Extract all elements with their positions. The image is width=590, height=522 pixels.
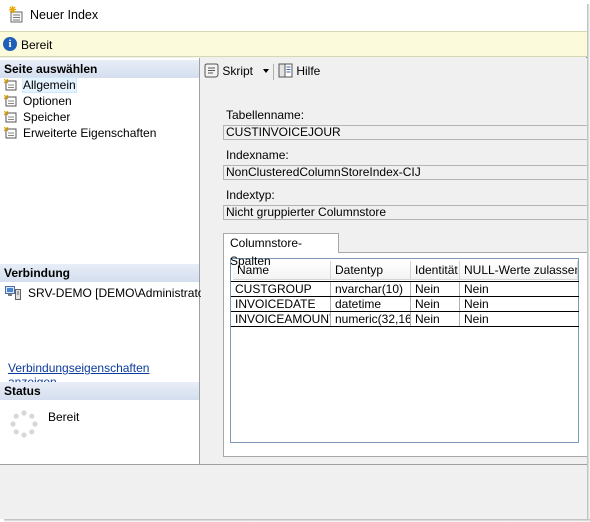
status-header: Status xyxy=(0,382,199,400)
page-icon xyxy=(4,127,17,139)
table-row[interactable]: INVOICEDATE datetime Nein Nein xyxy=(231,296,579,312)
cell-datatype: datetime xyxy=(331,297,411,311)
cell-name: CUSTGROUP xyxy=(231,282,331,296)
column-header-allow-nulls[interactable]: NULL-Werte zulassen xyxy=(460,261,578,280)
cell-identity: Nein xyxy=(411,282,460,296)
dialog-window: Neuer Index i Bereit Seite auswählen All… xyxy=(0,0,587,519)
toolbar: Skript Hilfe xyxy=(201,58,587,84)
cell-datatype: numeric(32,16) xyxy=(331,312,411,326)
index-type-label: Indextyp: xyxy=(226,188,275,202)
script-icon xyxy=(204,63,219,78)
server-connection-icon xyxy=(5,286,21,300)
column-header-identity[interactable]: Identität xyxy=(411,261,460,280)
connection-header: Verbindung xyxy=(0,264,199,282)
script-button[interactable]: Skript xyxy=(204,63,270,81)
column-header-datatype[interactable]: Datentyp xyxy=(331,261,411,280)
cell-datatype: nvarchar(10) xyxy=(331,282,411,296)
table-name-label: Tabellenname: xyxy=(226,108,305,122)
columns-grid[interactable]: Name Datentyp Identität NULL-Werte zulas… xyxy=(230,258,579,443)
left-pane: Seite auswählen Allgemein Optionen Speic… xyxy=(0,58,212,464)
cell-identity: Nein xyxy=(411,312,460,326)
index-type-field[interactable]: Nicht gruppierter Columnstore xyxy=(223,205,587,220)
cell-allow-nulls: Nein xyxy=(464,297,489,311)
select-page-header: Seite auswählen xyxy=(0,60,199,78)
status-infobar: i Bereit xyxy=(0,31,587,57)
toolbar-separator xyxy=(273,64,274,80)
page-item-label: Erweiterte Eigenschaften xyxy=(23,126,157,140)
table-row[interactable]: CUSTGROUP nvarchar(10) Nein Nein xyxy=(231,281,579,297)
page-item-speicher[interactable]: Speicher xyxy=(4,109,70,125)
script-button-label: Skript xyxy=(222,64,254,78)
help-button[interactable]: Hilfe xyxy=(278,63,320,81)
page-item-label: Allgemein xyxy=(22,77,77,93)
index-name-field[interactable]: NonClusteredColumnStoreIndex-CIJ xyxy=(223,165,587,180)
index-name-label: Indexname: xyxy=(226,148,289,162)
page-item-erweiterte-eigenschaften[interactable]: Erweiterte Eigenschaften xyxy=(4,125,156,141)
right-pane: Skript Hilfe Tabellenname: CUSTINVOICEJO… xyxy=(201,58,587,464)
page-item-label: Speicher xyxy=(23,110,71,124)
new-index-icon xyxy=(9,6,23,23)
help-icon xyxy=(278,63,293,78)
cell-name: INVOICEAMOUNT xyxy=(231,312,331,326)
status-text: Bereit xyxy=(48,410,80,424)
cell-allow-nulls: Nein xyxy=(464,312,489,326)
title-bar: Neuer Index xyxy=(0,0,587,31)
page-item-allgemein[interactable]: Allgemein xyxy=(4,77,77,93)
window-title: Neuer Index xyxy=(30,8,99,22)
page-icon xyxy=(4,95,17,107)
help-button-label: Hilfe xyxy=(296,64,321,78)
info-icon: i xyxy=(3,37,17,51)
infobar-status-text: Bereit xyxy=(21,38,53,52)
connection-item: SRV-DEMO [DEMO\Administrator] xyxy=(5,286,212,300)
cell-name: INVOICEDATE xyxy=(231,297,331,311)
cell-allow-nulls: Nein xyxy=(464,282,489,296)
columnstore-tab-panel: Name Datentyp Identität NULL-Werte zulas… xyxy=(223,252,587,457)
table-row[interactable]: INVOICEAMOUNT numeric(32,16) Nein Nein xyxy=(231,311,579,327)
button-area xyxy=(0,464,587,519)
table-name-field[interactable]: CUSTINVOICEJOUR xyxy=(223,125,587,140)
progress-spinner-icon xyxy=(10,410,38,438)
cell-identity: Nein xyxy=(411,297,460,311)
tab-columnstore-columns[interactable]: Columnstore-Spalten xyxy=(223,233,339,268)
page-item-optionen[interactable]: Optionen xyxy=(4,93,72,109)
connection-text: SRV-DEMO [DEMO\Administrator] xyxy=(28,286,212,300)
page-icon xyxy=(4,79,17,91)
page-item-label: Optionen xyxy=(23,94,72,108)
page-icon xyxy=(4,111,17,123)
chevron-down-icon[interactable] xyxy=(263,69,270,73)
